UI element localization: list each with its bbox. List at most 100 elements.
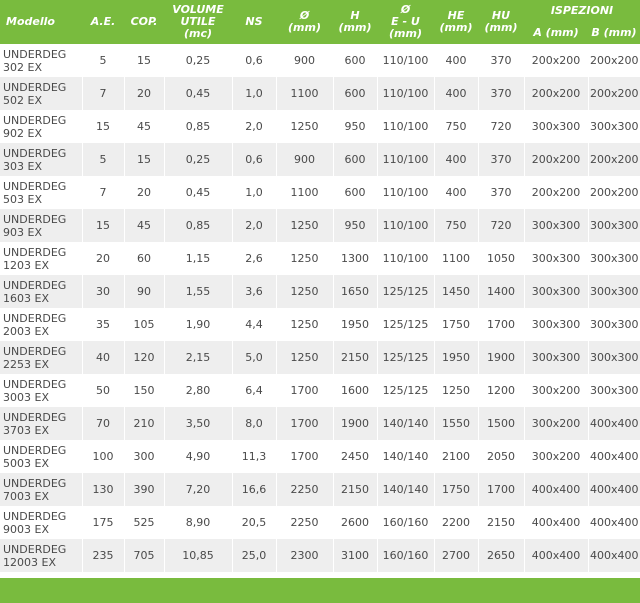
cell-ispezione-a: 300x300	[523, 110, 588, 143]
cell-cop: 45	[123, 110, 164, 143]
cell-hu: 2150	[477, 506, 524, 539]
cell-hu: 370	[477, 176, 524, 209]
cell-diam: 1250	[275, 242, 333, 275]
cell-he: 1550	[433, 407, 478, 440]
cell-cop: 15	[123, 44, 164, 77]
cell-diam: 1700	[275, 440, 333, 473]
header-a: A (mm)	[524, 22, 588, 44]
cell-modello: UNDERDEG 502 EX	[0, 77, 82, 110]
cell-hu: 1700	[477, 308, 524, 341]
cell-ispezione-b: 200x200	[587, 176, 640, 209]
header-modello: Modello	[0, 0, 82, 44]
cell-ispezione-b: 400x400	[587, 506, 640, 539]
table-row: UNDERDEG 3703 EX 70 210 3,50 8,0 1700 1900 140/…	[0, 407, 640, 440]
table-row: UNDERDEG 5003 EX 100 300 4,90 11,3 1700 2450 14…	[0, 440, 640, 473]
cell-cop: 300	[123, 440, 164, 473]
cell-diam: 1250	[275, 341, 333, 374]
table-row: UNDERDEG 503 EX 7 20 0,45 1,0 1100 600 110/100 4…	[0, 176, 640, 209]
cell-ispezione-b: 300x300	[587, 374, 640, 407]
cell-h: 1900	[332, 407, 377, 440]
cell-ispezione-b: 300x300	[587, 209, 640, 242]
cell-cop: 90	[123, 275, 164, 308]
cell-eu: 110/100	[376, 143, 434, 176]
cell-ae: 50	[81, 374, 124, 407]
cell-he: 1750	[433, 308, 478, 341]
cell-eu: 110/100	[376, 242, 434, 275]
cell-ns: 11,3	[231, 440, 276, 473]
cell-hu: 1050	[477, 242, 524, 275]
cell-ispezione-a: 300x300	[523, 209, 588, 242]
cell-ae: 15	[81, 209, 124, 242]
header-volume-line3: (mc)	[183, 27, 213, 40]
cell-ispezione-b: 400x400	[587, 473, 640, 506]
cell-eu: 125/125	[376, 374, 434, 407]
cell-he: 1450	[433, 275, 478, 308]
cell-eu: 125/125	[376, 308, 434, 341]
cell-eu: 110/100	[376, 77, 434, 110]
cell-diam: 900	[275, 44, 333, 77]
cell-ae: 35	[81, 308, 124, 341]
table-header: Modello A.E. COP. VOLUME UTILE (mc) NS Ø…	[0, 0, 640, 44]
cell-volume: 0,85	[163, 209, 232, 242]
cell-h: 2450	[332, 440, 377, 473]
cell-ae: 15	[81, 110, 124, 143]
cell-ns: 16,6	[231, 473, 276, 506]
cell-modello: UNDERDEG 9003 EX	[0, 506, 82, 539]
header-hu: HU (mm)	[478, 0, 524, 44]
cell-he: 400	[433, 77, 478, 110]
cell-diam: 1700	[275, 407, 333, 440]
cell-diam: 2250	[275, 506, 333, 539]
cell-ispezione-b: 400x400	[587, 539, 640, 572]
header-ae: A.E.	[82, 0, 124, 44]
cell-diam: 1250	[275, 209, 333, 242]
cell-he: 750	[433, 110, 478, 143]
cell-ispezione-a: 300x300	[523, 242, 588, 275]
header-h: H (mm)	[333, 0, 377, 44]
cell-modello: UNDERDEG 12003 EX	[0, 539, 82, 572]
spec-table-container: Modello A.E. COP. VOLUME UTILE (mc) NS Ø…	[0, 0, 640, 603]
header-volume: VOLUME UTILE (mc)	[164, 0, 232, 44]
table-row: UNDERDEG 903 EX 15 45 0,85 2,0 1250 950 110/100…	[0, 209, 640, 242]
cell-hu: 720	[477, 110, 524, 143]
cell-volume: 1,55	[163, 275, 232, 308]
cell-ns: 6,4	[231, 374, 276, 407]
cell-hu: 370	[477, 44, 524, 77]
cell-ns: 2,0	[231, 110, 276, 143]
cell-he: 400	[433, 143, 478, 176]
cell-ispezione-b: 300x300	[587, 341, 640, 374]
cell-ae: 235	[81, 539, 124, 572]
cell-ns: 25,0	[231, 539, 276, 572]
cell-ispezione-b: 200x200	[587, 77, 640, 110]
cell-ispezione-a: 300x200	[523, 440, 588, 473]
cell-h: 2600	[332, 506, 377, 539]
cell-eu: 160/160	[376, 539, 434, 572]
cell-h: 950	[332, 209, 377, 242]
cell-cop: 45	[123, 209, 164, 242]
cell-volume: 0,25	[163, 44, 232, 77]
cell-ae: 20	[81, 242, 124, 275]
cell-ispezione-a: 300x300	[523, 275, 588, 308]
cell-h: 3100	[332, 539, 377, 572]
cell-ns: 2,6	[231, 242, 276, 275]
cell-hu: 720	[477, 209, 524, 242]
cell-ispezione-b: 200x200	[587, 44, 640, 77]
table-row: UNDERDEG 303 EX 5 15 0,25 0,6 900 600 110/100 40…	[0, 143, 640, 176]
cell-ae: 7	[81, 176, 124, 209]
cell-ispezione-a: 400x400	[523, 539, 588, 572]
cell-ispezione-b: 200x200	[587, 143, 640, 176]
cell-ns: 0,6	[231, 44, 276, 77]
table-row: UNDERDEG 902 EX 15 45 0,85 2,0 1250 950 110/100…	[0, 110, 640, 143]
cell-eu: 110/100	[376, 176, 434, 209]
cell-ispezione-a: 400x400	[523, 506, 588, 539]
cell-modello: UNDERDEG 303 EX	[0, 143, 82, 176]
cell-modello: UNDERDEG 3703 EX	[0, 407, 82, 440]
cell-eu: 110/100	[376, 110, 434, 143]
table-row: UNDERDEG 2003 EX 35 105 1,90 4,4 1250 1950 125/…	[0, 308, 640, 341]
cell-ispezione-a: 300x200	[523, 407, 588, 440]
spec-table: Modello A.E. COP. VOLUME UTILE (mc) NS Ø…	[0, 0, 640, 572]
cell-modello: UNDERDEG 903 EX	[0, 209, 82, 242]
table-row: UNDERDEG 2253 EX 40 120 2,15 5,0 1250 2150 125/…	[0, 341, 640, 374]
header-b: B (mm)	[588, 22, 640, 44]
cell-ae: 130	[81, 473, 124, 506]
cell-ispezione-a: 200x200	[523, 44, 588, 77]
